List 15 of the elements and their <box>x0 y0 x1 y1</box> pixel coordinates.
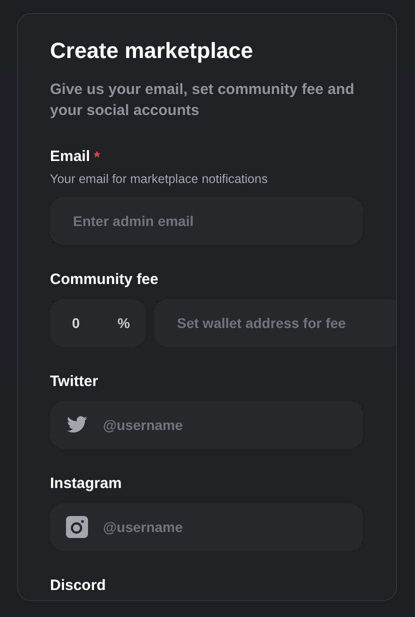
username-field[interactable]: @username <box>50 503 363 551</box>
field-label: Community fee <box>50 270 158 290</box>
required-mark: * <box>94 148 100 166</box>
username-field[interactable]: @username <box>50 401 363 449</box>
field-label: Twitter <box>50 372 98 392</box>
form-title: Create marketplace <box>50 37 254 65</box>
email-field[interactable]: Enter admin email <box>50 197 363 245</box>
field-label: Instagram <box>50 474 122 494</box>
wallet-address-field[interactable]: Set wallet address for fee <box>154 299 396 347</box>
field-label: Email <box>50 147 90 167</box>
camera-icon <box>66 516 88 538</box>
form-subtitle: Give us your email, set community fee and your social accounts <box>50 80 356 121</box>
field-label: Discord <box>50 576 106 596</box>
field-hint: Your email for marketplace notifications <box>50 171 268 187</box>
percent-label: % <box>118 314 130 332</box>
